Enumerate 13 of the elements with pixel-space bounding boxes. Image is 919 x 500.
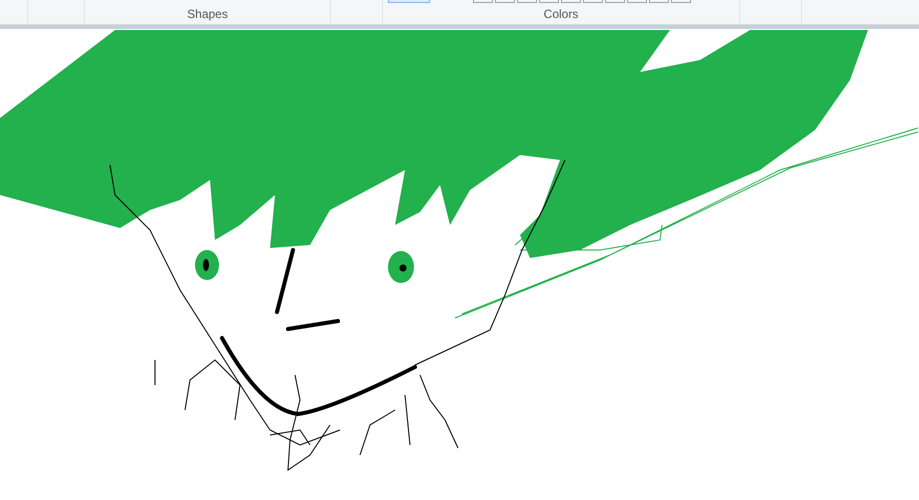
color-swatch[interactable]: [605, 0, 625, 3]
color-swatch[interactable]: [495, 0, 515, 3]
color-swatch[interactable]: [473, 0, 493, 3]
color-swatch[interactable]: [671, 0, 691, 3]
color-swatch[interactable]: [627, 0, 647, 3]
color-swatch[interactable]: [583, 0, 603, 3]
group-label: Colors: [544, 6, 578, 23]
color-swatch[interactable]: [539, 0, 559, 3]
size-button[interactable]: [388, 0, 430, 3]
color-swatch[interactable]: [561, 0, 581, 3]
color-swatch[interactable]: [649, 0, 669, 3]
group-label: Shapes: [187, 6, 228, 23]
color-swatch[interactable]: [517, 0, 537, 3]
